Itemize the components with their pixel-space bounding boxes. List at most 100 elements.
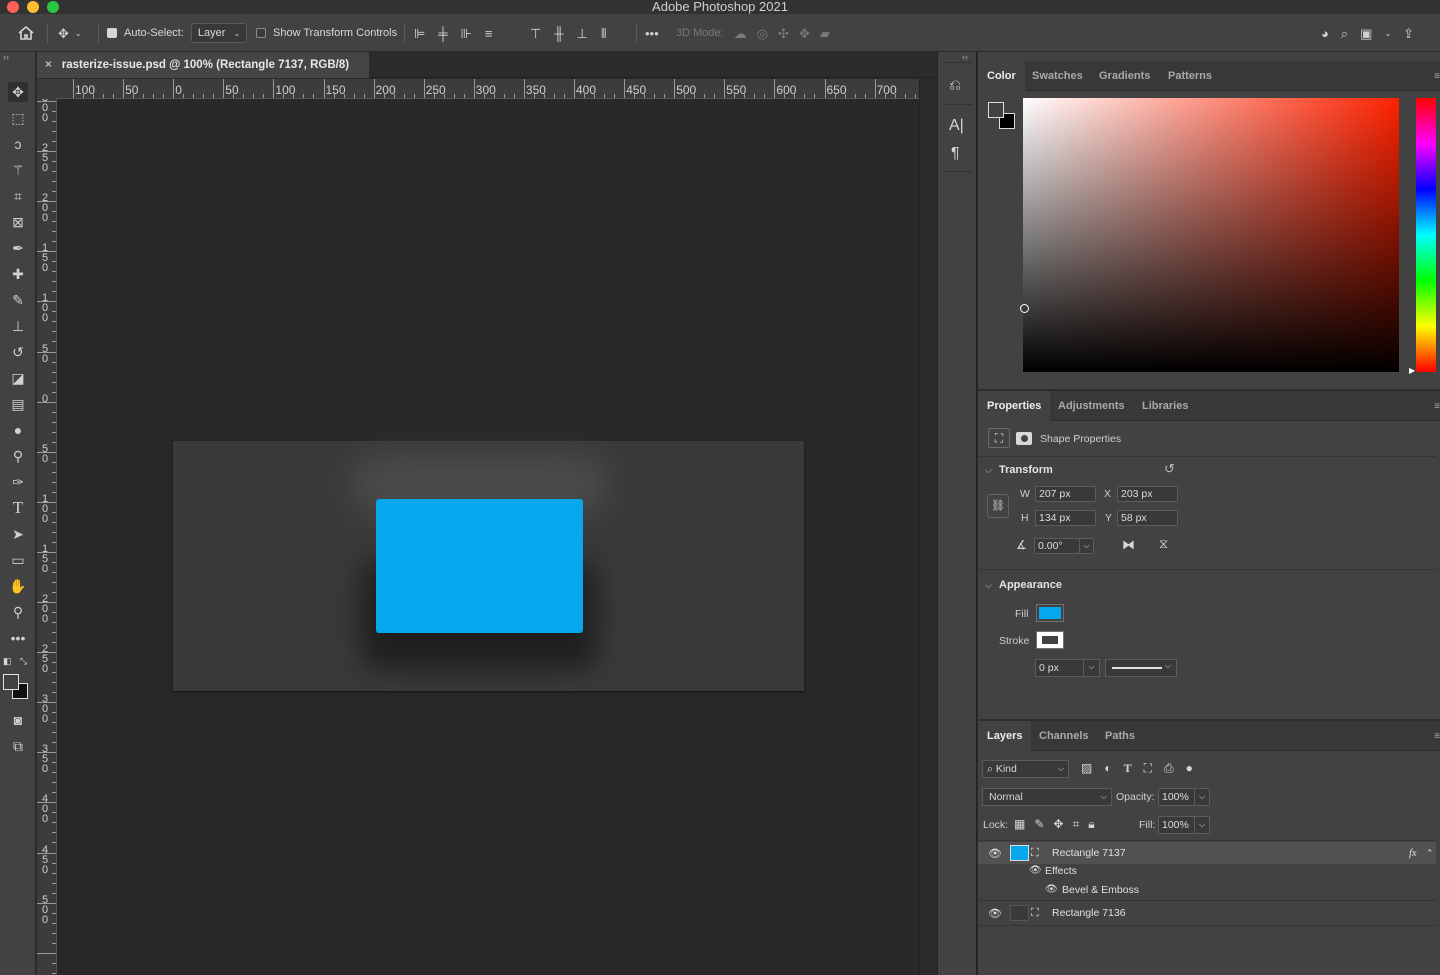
filter-adjustment-layers-icon[interactable]: ◐: [1104, 761, 1111, 776]
crop-tool-icon[interactable]: ⌗: [8, 186, 28, 206]
search-icon[interactable]: ⌕: [1341, 27, 1348, 40]
stroke-width-dropdown-icon[interactable]: ⌵: [1083, 659, 1100, 677]
document-tab[interactable]: × rasterize-issue.psd @ 100% (Rectangle …: [37, 52, 369, 78]
more-options-button[interactable]: •••: [645, 14, 659, 52]
zoom-tool-icon[interactable]: ⚲: [8, 602, 28, 622]
panel-menu-icon[interactable]: ≡: [1434, 731, 1440, 742]
visibility-eye-icon[interactable]: 👁︎: [988, 847, 1002, 860]
brush-tool-icon[interactable]: ✎: [8, 290, 28, 310]
hue-slider-handle-icon[interactable]: ▶: [1409, 366, 1415, 375]
history-brush-tool-icon[interactable]: ↺: [8, 342, 28, 362]
filter-toggle-icon[interactable]: ●: [1186, 761, 1193, 776]
edit-toolbar-icon[interactable]: •••: [8, 628, 28, 648]
auto-select-checkbox[interactable]: [107, 28, 117, 38]
bevel-visibility-eye-icon[interactable]: 👁︎: [1045, 884, 1058, 895]
layer-row-effects[interactable]: 👁︎ Effects: [978, 861, 1436, 880]
panel-menu-icon[interactable]: ≡: [1434, 401, 1440, 412]
vertical-scrollbar[interactable]: [919, 79, 937, 975]
magic-wand-tool-icon[interactable]: ⚚: [8, 160, 28, 180]
tab-properties[interactable]: Properties: [978, 391, 1051, 421]
stroke-swatch[interactable]: [1036, 631, 1064, 649]
fill-opacity-field[interactable]: 100%: [1158, 816, 1196, 834]
type-tool-icon[interactable]: T: [8, 498, 28, 518]
layer-row-bevel-emboss[interactable]: 👁︎ Bevel & Emboss: [978, 880, 1436, 899]
tab-adjustments[interactable]: Adjustments: [1049, 391, 1134, 421]
reset-transform-icon[interactable]: ↺: [1164, 461, 1175, 477]
paragraph-icon[interactable]: ¶: [951, 145, 960, 163]
minimize-window-button[interactable]: [27, 1, 39, 13]
history-icon[interactable]: ⎌: [949, 77, 961, 94]
tab-swatches[interactable]: Swatches: [1023, 61, 1092, 91]
dodge-tool-icon[interactable]: ⚲: [8, 446, 28, 466]
tab-paths[interactable]: Paths: [1096, 721, 1144, 751]
3d-orbit-icon[interactable]: ☁: [734, 27, 747, 40]
workspace-icon[interactable]: ▣: [1360, 27, 1372, 40]
link-dimensions-icon[interactable]: ⛓: [987, 494, 1009, 518]
move-tool-icon[interactable]: ✥: [8, 82, 28, 102]
auto-select-dropdown[interactable]: Layer ⌄: [190, 23, 248, 43]
align-vertical-centers-icon[interactable]: ╫: [554, 27, 563, 40]
color-field[interactable]: [1023, 98, 1399, 372]
collapse-effects-icon[interactable]: ⌃: [1426, 848, 1434, 859]
tab-channels[interactable]: Channels: [1030, 721, 1098, 751]
align-left-edges-icon[interactable]: ⊫: [414, 27, 425, 40]
align-top-edges-icon[interactable]: ⊤: [530, 27, 541, 40]
eraser-tool-icon[interactable]: ◪: [8, 368, 28, 388]
visibility-eye-icon[interactable]: 👁︎: [988, 907, 1002, 920]
distribute-vertical-icon[interactable]: ≡: [485, 27, 493, 40]
home-button[interactable]: [17, 14, 35, 52]
shape-properties-icon[interactable]: ⛶: [988, 428, 1010, 448]
transform-collapse-icon[interactable]: ⌵: [985, 465, 992, 476]
opacity-field[interactable]: 100%: [1158, 788, 1196, 806]
filter-type-layers-icon[interactable]: T: [1124, 761, 1132, 776]
tab-patterns[interactable]: Patterns: [1159, 61, 1221, 91]
flip-vertical-icon[interactable]: ⧖: [1159, 536, 1168, 552]
opacity-dropdown-icon[interactable]: ⌵: [1194, 788, 1210, 806]
rectangle-7137-shape[interactable]: [376, 499, 583, 633]
eyedropper-tool-icon[interactable]: ✒: [8, 238, 28, 258]
align-right-edges-icon[interactable]: ⊪: [461, 27, 472, 40]
chevron-down-icon[interactable]: ⌄: [1384, 27, 1391, 40]
3d-slide-icon[interactable]: ✥: [799, 27, 810, 40]
horizontal-ruler[interactable]: 100 50 0 50 100 150 200 250 300 350 400 450 500 550 60…: [57, 79, 919, 99]
move-tool-preset-button[interactable]: ✥ ⌄: [58, 14, 82, 52]
height-field[interactable]: 134 px: [1035, 510, 1096, 526]
mask-properties-icon[interactable]: [1016, 432, 1032, 445]
lock-transparent-pixels-icon[interactable]: ▦: [1014, 817, 1025, 832]
blend-mode-dropdown[interactable]: Normal ⌵: [982, 788, 1112, 806]
filter-shape-layers-icon[interactable]: ⛶: [1144, 761, 1152, 776]
screen-mode-icon[interactable]: ⧉: [8, 736, 28, 756]
zoom-window-button[interactable]: [47, 1, 59, 13]
align-horizontal-centers-icon[interactable]: ╪: [438, 27, 447, 40]
close-window-button[interactable]: [7, 1, 19, 13]
lock-image-pixels-icon[interactable]: ✎: [1034, 817, 1044, 832]
quick-mask-icon[interactable]: ◙: [8, 710, 28, 730]
path-selection-tool-icon[interactable]: ➤: [8, 524, 28, 544]
hue-slider[interactable]: [1416, 98, 1436, 372]
show-transform-controls-checkbox[interactable]: [256, 28, 266, 38]
3d-scale-icon[interactable]: ▰: [820, 27, 830, 40]
tab-libraries[interactable]: Libraries: [1133, 391, 1197, 421]
stroke-width-field[interactable]: 0 px: [1035, 659, 1085, 677]
healing-brush-tool-icon[interactable]: ✚: [8, 264, 28, 284]
panel-menu-icon[interactable]: ≡: [1434, 71, 1440, 82]
align-bottom-edges-icon[interactable]: ⊥: [577, 27, 588, 40]
swap-colors-icon[interactable]: ⤡: [20, 656, 27, 667]
vertical-ruler[interactable]: 3 0 02 5 02 0 01 5 01 0 05 005 01 0 01 5…: [37, 99, 57, 975]
width-field[interactable]: 207 px: [1035, 486, 1096, 502]
lock-artboard-icon[interactable]: ⌗: [1072, 817, 1079, 832]
appearance-collapse-icon[interactable]: ⌵: [985, 580, 992, 591]
character-icon[interactable]: A|: [949, 117, 964, 135]
tab-layers[interactable]: Layers: [978, 721, 1032, 751]
lock-position-icon[interactable]: ✥: [1053, 817, 1063, 832]
layer-filter-dropdown[interactable]: ⌕ Kind ⌵: [982, 760, 1069, 778]
blur-tool-icon[interactable]: ●: [8, 420, 28, 440]
fill-swatch[interactable]: [1036, 604, 1064, 622]
default-colors-icon[interactable]: ◧: [3, 656, 12, 667]
collapse-dock-icon[interactable]: ‹‹: [962, 52, 968, 62]
angle-dropdown-icon[interactable]: ⌵: [1079, 538, 1094, 554]
color-picker-ring[interactable]: [1020, 304, 1029, 313]
gradient-tool-icon[interactable]: ▤: [8, 394, 28, 414]
x-field[interactable]: 203 px: [1117, 486, 1178, 502]
3d-roll-icon[interactable]: ◎: [757, 27, 768, 40]
